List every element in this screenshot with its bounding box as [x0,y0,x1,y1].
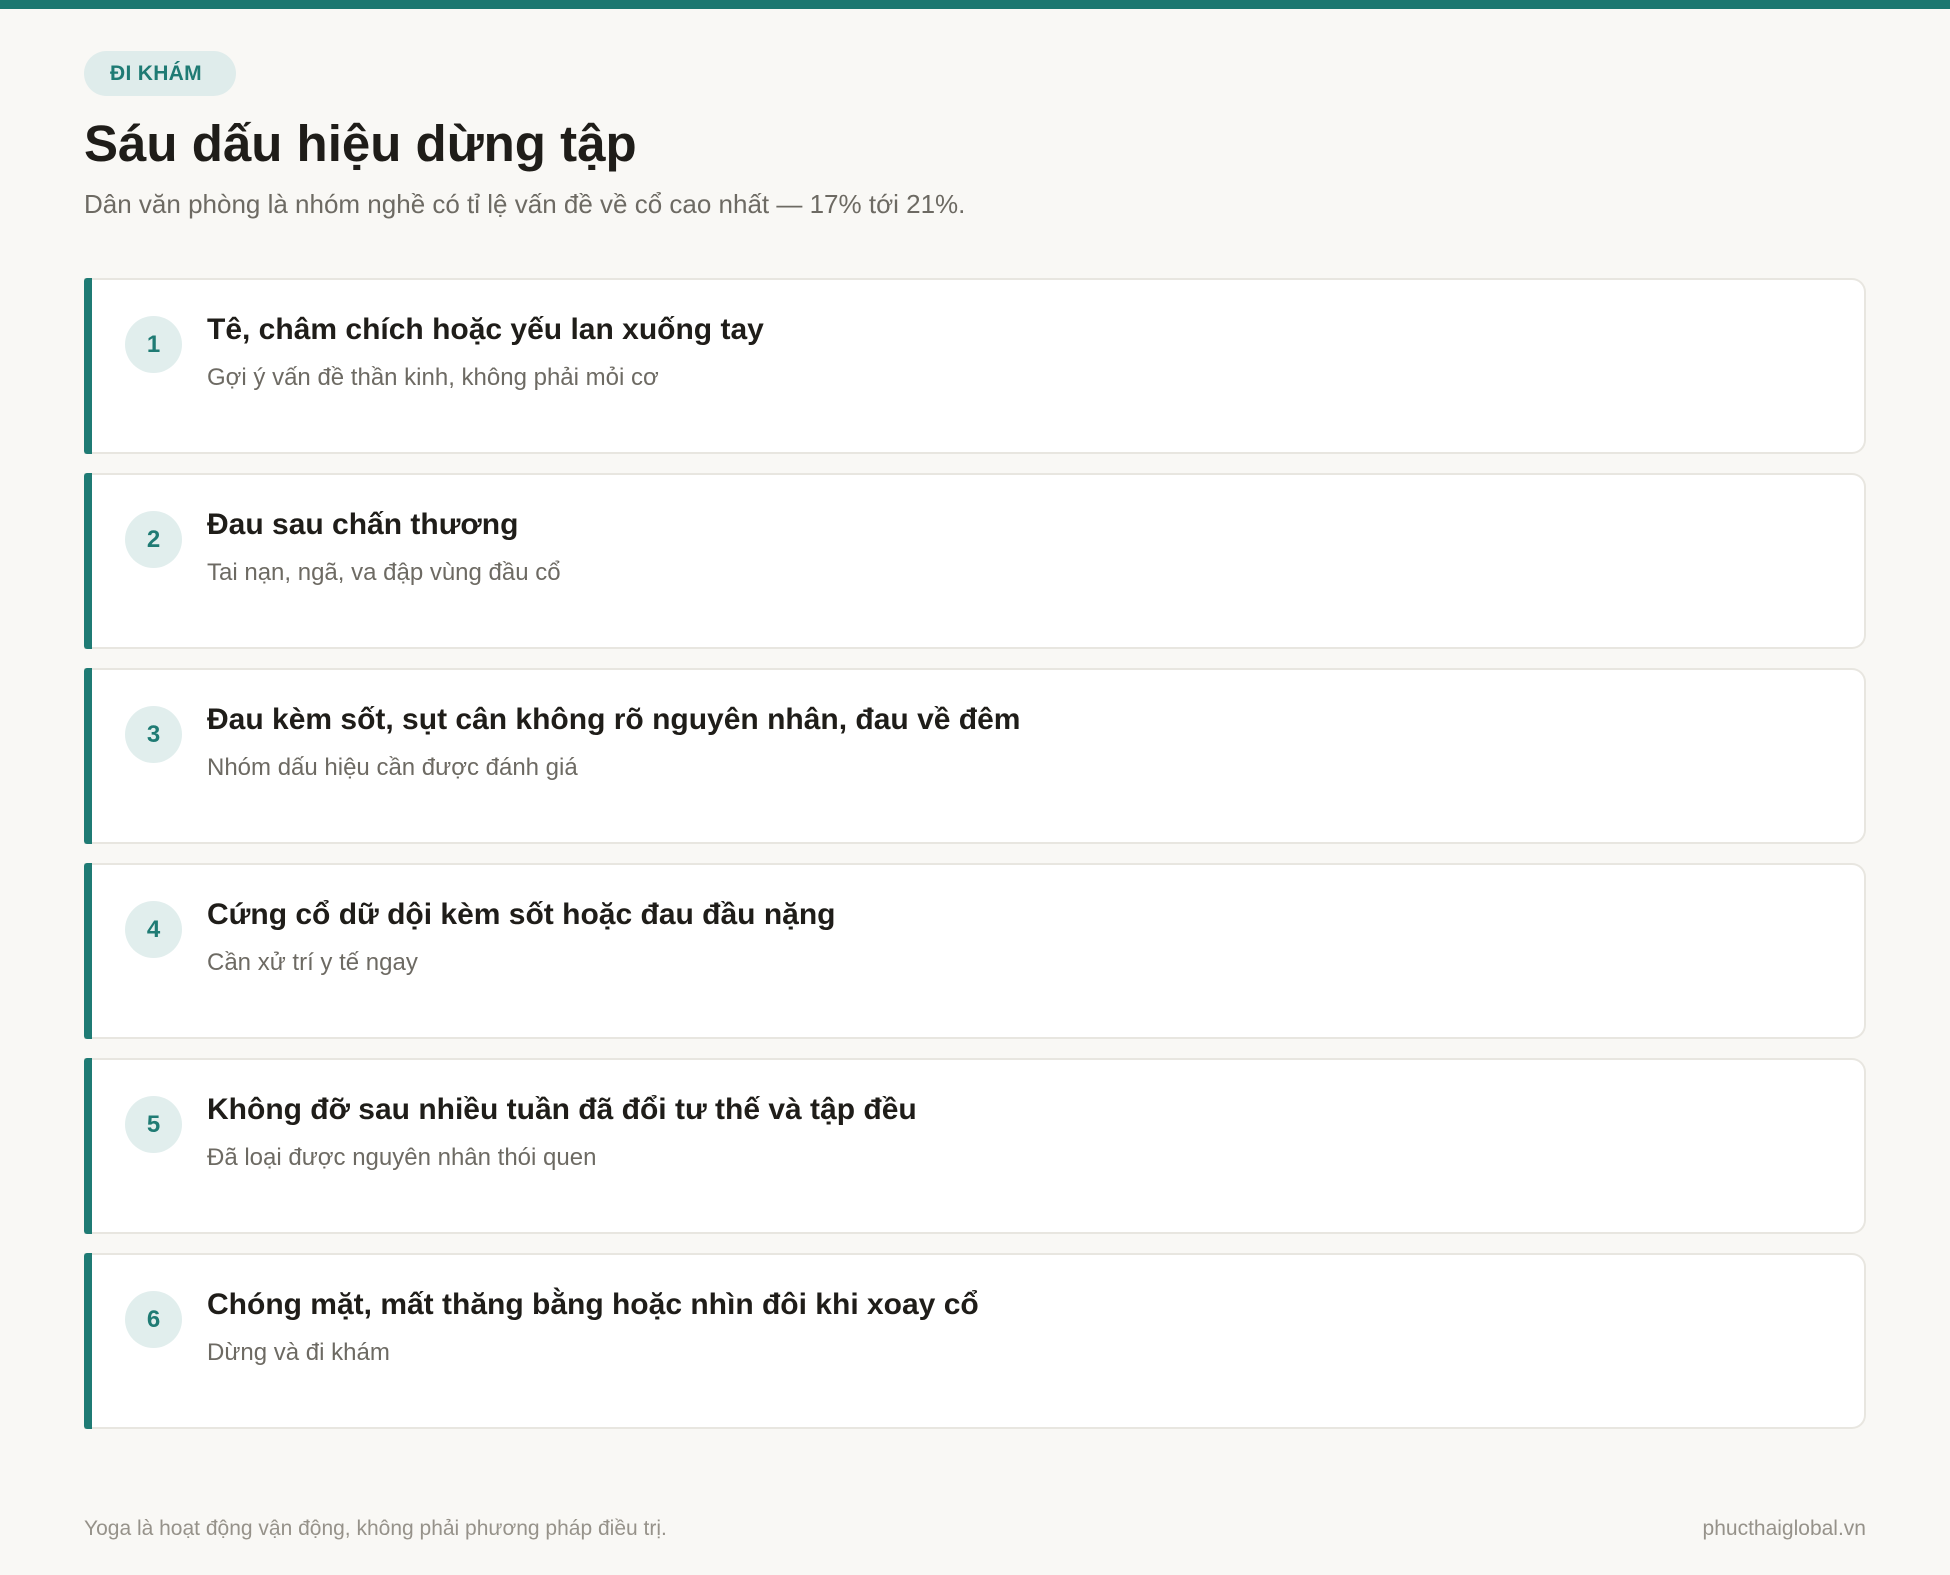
step-number-badge: 1 [125,316,182,373]
warning-sign-title: Tê, châm chích hoặc yếu lan xuống tay [207,313,764,346]
warning-sign-description: Dừng và đi khám [207,1339,390,1366]
step-number-badge: 6 [125,1291,182,1348]
step-number-badge: 4 [125,901,182,958]
step-number-badge: 3 [125,706,182,763]
warning-sign-card-1: 1 Tê, châm chích hoặc yếu lan xuống tay … [84,278,1866,454]
warning-sign-description: Gợi ý vấn đề thần kinh, không phải mỏi c… [207,364,659,391]
page-content: ĐI KHÁM Sáu dấu hiệu dừng tập Dân văn ph… [84,0,1866,1575]
warning-sign-description: Tai nạn, ngã, va đập vùng đầu cổ [207,559,561,586]
warning-sign-card-2: 2 Đau sau chấn thương Tai nạn, ngã, va đ… [84,473,1866,649]
warning-sign-card-3: 3 Đau kèm sốt, sụt cân không rõ nguyên n… [84,668,1866,844]
warning-sign-title: Đau sau chấn thương [207,508,519,541]
warning-sign-card-4: 4 Cứng cổ dữ dội kèm sốt hoặc đau đầu nặ… [84,863,1866,1039]
warning-sign-list: 1 Tê, châm chích hoặc yếu lan xuống tay … [84,278,1866,1448]
warning-sign-description: Đã loại được nguyên nhân thói quen [207,1144,597,1171]
warning-sign-description: Cần xử trí y tế ngay [207,949,418,976]
page-title: Sáu dấu hiệu dừng tập [84,115,637,172]
warning-sign-title: Chóng mặt, mất thăng bằng hoặc nhìn đôi … [207,1288,979,1321]
warning-sign-title: Cứng cổ dữ dội kèm sốt hoặc đau đầu nặng [207,898,836,931]
warning-sign-card-5: 5 Không đỡ sau nhiều tuần đã đổi tư thế … [84,1058,1866,1234]
warning-sign-card-6: 6 Chóng mặt, mất thăng bằng hoặc nhìn đô… [84,1253,1866,1429]
warning-sign-description: Nhóm dấu hiệu cần được đánh giá [207,754,578,781]
step-number-badge: 2 [125,511,182,568]
category-tag: ĐI KHÁM [84,51,236,96]
page-subtitle: Dân văn phòng là nhóm nghề có tỉ lệ vấn … [84,189,966,219]
warning-sign-title: Không đỡ sau nhiều tuần đã đổi tư thế và… [207,1093,917,1126]
footer-site-name: phucthaiglobal.vn [1702,1517,1866,1540]
step-number-badge: 5 [125,1096,182,1153]
warning-sign-title: Đau kèm sốt, sụt cân không rõ nguyên nhâ… [207,703,1021,736]
footer-disclaimer: Yoga là hoạt động vận động, không phải p… [84,1517,667,1540]
